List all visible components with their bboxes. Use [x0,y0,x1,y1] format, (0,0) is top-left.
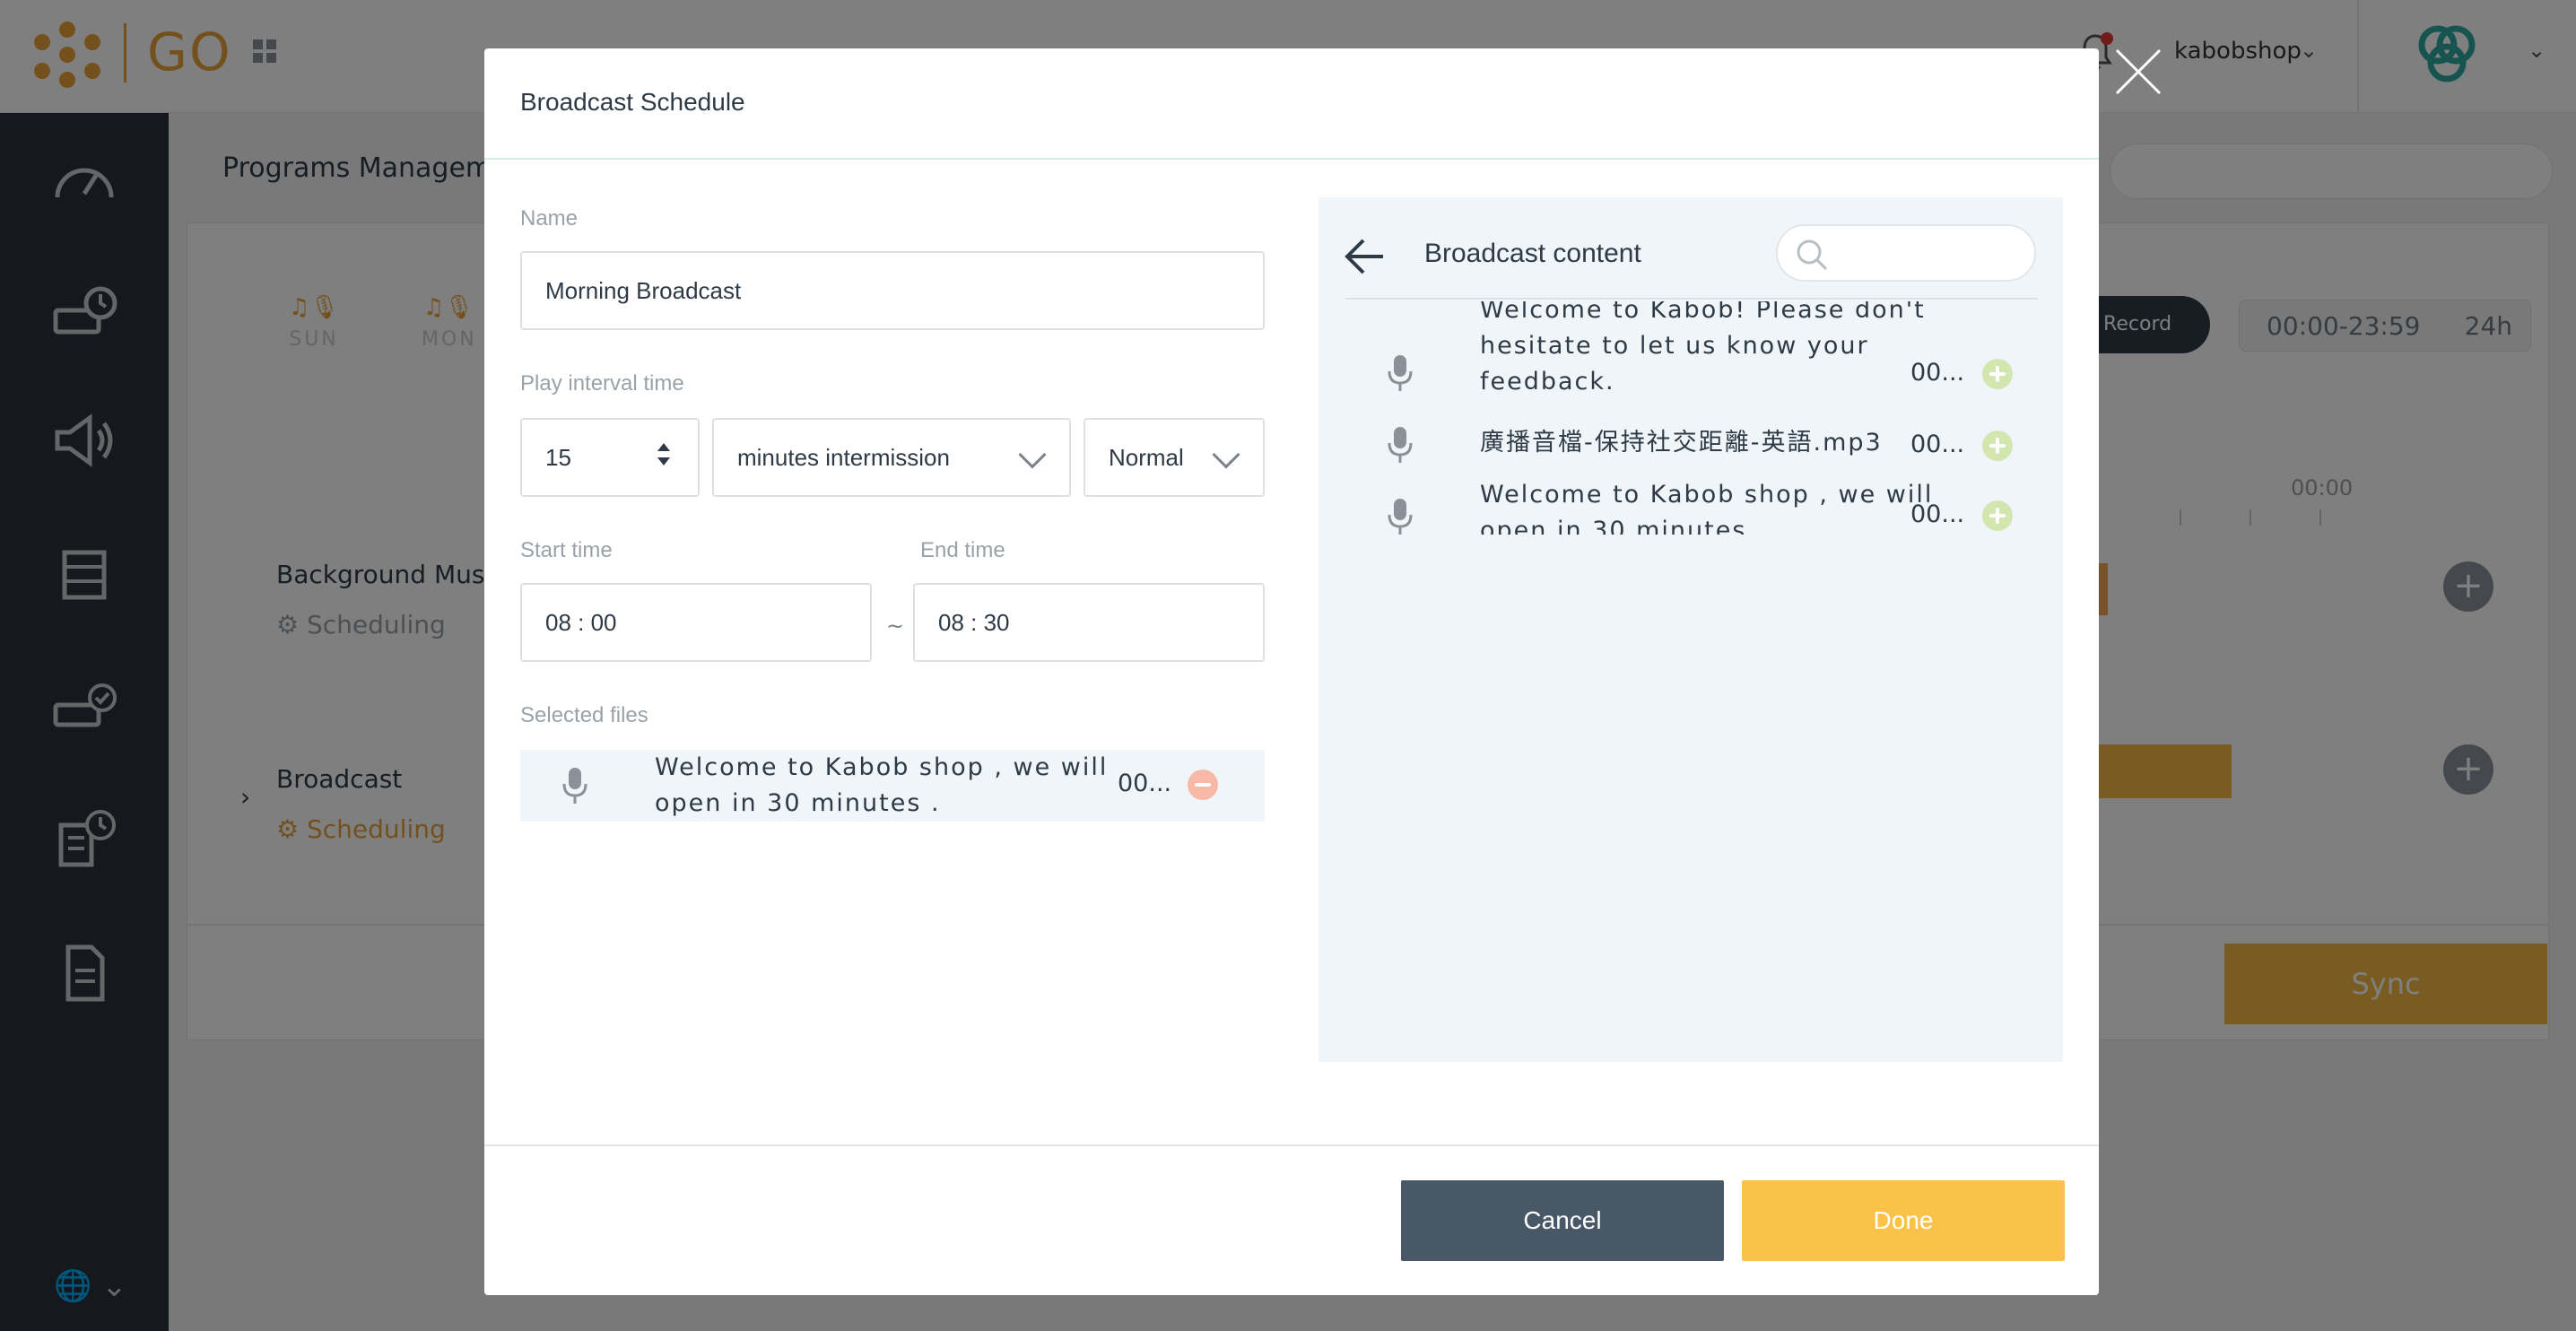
broadcast-content-panel: Broadcast content Welcome to Kabob! Plea… [1318,197,2063,1062]
chevron-down-icon [1212,440,1240,469]
end-time-input[interactable]: 08 : 30 [913,583,1265,662]
range-separator: ~ [886,613,905,639]
remove-file-button[interactable] [1188,770,1218,800]
selected-files-label: Selected files [520,703,648,727]
interval-label: Play interval time [520,371,684,396]
end-time-label: End time [920,538,1005,562]
panel-title: Broadcast content [1424,239,1641,268]
selected-file-item: Welcome to Kabob shop , we will open in … [520,750,1265,822]
content-item-title[interactable]: Welcome to Kabob shop , we will open in … [1480,477,1933,535]
priority-select[interactable]: Normal [1083,418,1265,497]
start-time-input[interactable]: 08 : 00 [520,583,872,662]
add-content-button[interactable] [1982,500,2013,531]
stepper-arrows-icon[interactable] [655,443,673,470]
broadcast-schedule-modal: Broadcast Schedule Name Morning Broadcas… [484,48,2099,1295]
divider [1345,298,2038,300]
microphone-icon [1387,425,1414,465]
start-time-label: Start time [520,538,613,562]
search-icon [1797,239,1828,271]
content-item-duration: 00... [1910,359,1965,387]
microphone-icon [1387,497,1414,535]
cancel-button[interactable]: Cancel [1401,1180,1724,1261]
add-content-button[interactable] [1982,431,2013,461]
back-arrow-icon[interactable] [1344,237,1387,276]
content-item-title[interactable]: 廣播音檔-保持社交距離-英語.mp3 [1480,425,1883,461]
add-content-button[interactable] [1982,359,2013,389]
close-icon[interactable] [2111,45,2165,99]
interval-unit-select[interactable]: minutes intermission [712,418,1071,497]
content-item-title[interactable]: Welcome to Kabob! Please don't hesitate … [1480,301,1926,400]
file-duration: 00... [1118,770,1172,797]
modal-title: Broadcast Schedule [520,88,745,116]
chevron-down-icon [1018,440,1047,469]
name-label: Name [520,206,579,231]
panel-search-input[interactable] [1776,224,2036,282]
modal-header: Broadcast Schedule [484,48,2099,160]
content-list[interactable]: Welcome to Kabob! Please don't hesitate … [1318,301,2063,535]
file-title: Welcome to Kabob shop , we will open in … [655,753,1109,817]
microphone-icon [1387,353,1414,393]
microphone-icon [561,766,588,805]
done-button[interactable]: Done [1742,1180,2065,1261]
content-item-duration: 00... [1910,500,1965,528]
divider [484,1144,2099,1146]
interval-stepper[interactable]: 15 [520,418,700,497]
name-input[interactable]: Morning Broadcast [520,251,1265,330]
content-item-duration: 00... [1910,431,1965,458]
